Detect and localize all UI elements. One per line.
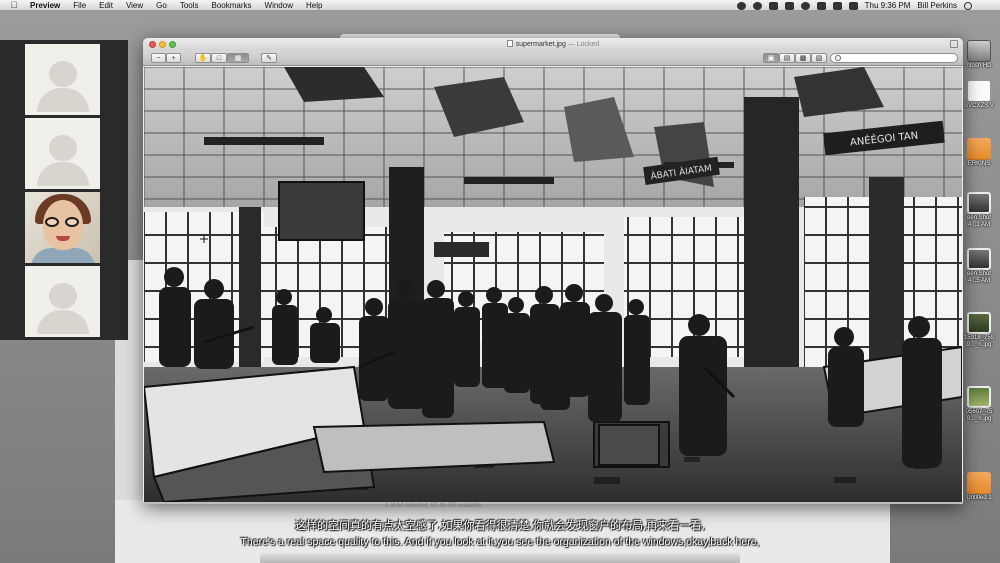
menu-help[interactable]: Help <box>306 1 322 10</box>
document-icon <box>967 80 991 102</box>
desktop-icon-label: BVCXZS V <box>964 103 994 109</box>
battery-icon[interactable] <box>848 1 858 10</box>
timemachine-icon[interactable] <box>784 1 794 10</box>
participant-glasses <box>45 217 81 227</box>
image-file-icon <box>967 312 991 334</box>
document-proxy-icon[interactable] <box>506 40 513 47</box>
bluetooth-icon[interactable] <box>800 1 810 10</box>
menu-clock[interactable]: Thu 9:36 PM <box>865 1 911 10</box>
screenshot-icon <box>967 248 991 270</box>
folder-icon <box>967 138 991 160</box>
window-statusbar <box>143 502 963 504</box>
search-icon <box>835 55 841 61</box>
folder-icon <box>967 472 991 494</box>
menu-file[interactable]: File <box>73 1 86 10</box>
screenshot-icon <box>967 192 991 214</box>
desktop-icon-label: ntosh HD <box>966 63 992 69</box>
desktop-icon-screenshot[interactable]: een Shot 4...1 AM <box>958 192 1000 229</box>
wifi-icon[interactable] <box>816 1 826 10</box>
dropbox-icon[interactable] <box>736 1 746 10</box>
image-file-icon <box>967 386 991 408</box>
fullscreen-button[interactable] <box>950 40 958 48</box>
avatar-body <box>37 310 89 334</box>
screen:  Preview File Edit View Go Tools Bookma… <box>0 0 1000 563</box>
hard-drive-icon <box>967 40 991 62</box>
menu-bar:  Preview File Edit View Go Tools Bookma… <box>0 0 1000 11</box>
window-title-locked[interactable]: — Locked <box>568 41 600 48</box>
desktop-icon-label: een Shot 4...5 AM <box>966 271 992 284</box>
keyboard-icon[interactable] <box>768 1 778 10</box>
desktop-icon-label: ERKINS <box>967 161 991 167</box>
supermarket-illustration: ÀBATI ÀIATAM ANÉÉGOI TAN <box>144 67 962 502</box>
view-thumbnails-button[interactable]: ▧ <box>811 53 827 63</box>
annotate-button[interactable]: ✎ <box>261 53 277 63</box>
volume-icon[interactable] <box>832 1 842 10</box>
menu-edit[interactable]: Edit <box>99 1 113 10</box>
desktop-icon-photo[interactable]: 05607_75 9..._n.jpg <box>958 386 1000 423</box>
desktop-icon-folder[interactable]: Untitled 1 <box>958 472 1000 502</box>
desktop-icon-label: 15918_759 9..._n.jpg <box>963 335 995 348</box>
participant-placeholder[interactable] <box>25 266 100 337</box>
menu-bookmarks[interactable]: Bookmarks <box>212 1 252 10</box>
participant-video[interactable] <box>25 192 100 263</box>
avatar-head <box>49 283 77 309</box>
subtitle-chinese: 这样的空间真的有点太空感了,如果你看得很清楚,你就会发现窗户的布局,再来看一看, <box>295 519 705 532</box>
text-tool-button[interactable]: □ <box>211 53 227 63</box>
move-tool-button[interactable]: ✋ <box>195 53 211 63</box>
window-toolbar: − + ✋ □ ▦ ✎ ▣ ▤ ▩ ▧ <box>143 51 963 66</box>
avatar-body <box>37 162 89 186</box>
window-title: supermarket.jpg — Locked <box>143 40 963 48</box>
desktop-icon-screenshot[interactable]: een Shot 4...5 AM <box>958 248 1000 285</box>
participant-placeholder[interactable] <box>25 118 100 189</box>
menu-tools[interactable]: Tools <box>180 1 199 10</box>
zoom-in-button[interactable]: + <box>166 53 181 63</box>
avatar-head <box>49 61 77 87</box>
view-contact-sheet-button[interactable]: ▩ <box>795 53 811 63</box>
desktop-icon-label: 05607_75 9..._n.jpg <box>965 409 993 422</box>
avatar-head <box>49 135 77 161</box>
desktop-icon-label: Untitled 1 <box>966 495 992 501</box>
webcam-panel <box>0 40 128 340</box>
desktop-icons: ntosh HD BVCXZS V ERKINS een Shot 4...1 … <box>958 40 1000 520</box>
spotlight-icon[interactable] <box>964 1 972 10</box>
search-input[interactable] <box>830 53 958 63</box>
menu-user-name[interactable]: Bill Perkins <box>917 1 957 10</box>
desktop-icon-photo[interactable]: 15918_759 9..._n.jpg <box>958 312 1000 349</box>
select-tool-button[interactable]: ▦ <box>227 53 249 63</box>
participant-shirt <box>31 248 95 263</box>
dock[interactable] <box>260 553 740 563</box>
menu-view[interactable]: View <box>126 1 143 10</box>
window-titlebar[interactable]: supermarket.jpg — Locked <box>143 38 963 51</box>
status-menus: Thu 9:36 PM Bill Perkins <box>736 0 972 11</box>
desktop-icon-file[interactable]: BVCXZS V <box>958 80 1000 110</box>
participant-placeholder[interactable] <box>25 44 100 115</box>
desktop-icon-hard-drive[interactable]: ntosh HD <box>958 40 1000 70</box>
view-single-button[interactable]: ▣ <box>763 53 779 63</box>
finder-status-text: 1 of 84 selected, 62.48 GB available <box>385 503 482 509</box>
image-canvas[interactable]: ÀBATI ÀIATAM ANÉÉGOI TAN <box>144 67 962 502</box>
desktop-icon-label: een Shot 4...1 AM <box>966 215 992 228</box>
sync-icon[interactable] <box>752 1 762 10</box>
menu-window[interactable]: Window <box>265 1 293 10</box>
zoom-out-button[interactable]: − <box>151 53 166 63</box>
apple-menu-icon[interactable]:  <box>8 0 20 11</box>
menu-go[interactable]: Go <box>156 1 167 10</box>
subtitle-english: There's a real space quality to this. An… <box>240 536 760 548</box>
avatar-body <box>37 88 89 112</box>
app-menu-preview[interactable]: Preview <box>30 1 60 10</box>
preview-window: supermarket.jpg — Locked − + ✋ □ ▦ ✎ ▣ ▤… <box>143 38 963 504</box>
view-sidebar-button[interactable]: ▤ <box>779 53 795 63</box>
window-title-filename: supermarket.jpg <box>515 41 566 48</box>
subtitles: 这样的空间真的有点太空感了,如果你看得很清楚,你就会发现窗户的布局,再来看一看,… <box>0 517 1000 550</box>
desktop-icon-folder[interactable]: ERKINS <box>958 138 1000 168</box>
